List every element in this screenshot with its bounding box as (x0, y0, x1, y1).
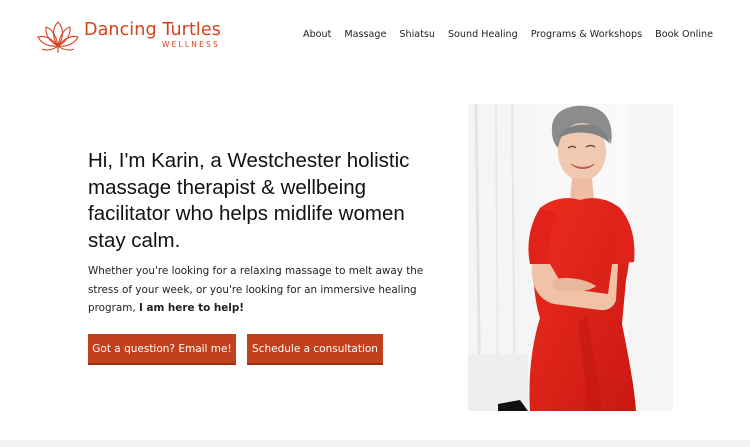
hero-title: Hi, I'm Karin, a Westchester holistic ma… (88, 149, 410, 252)
email-me-button[interactable]: Got a question? Email me! (88, 334, 236, 365)
brand-logo[interactable]: Dancing Turtles WELLNESS (36, 16, 221, 54)
nav-book-online[interactable]: Book Online (655, 29, 713, 40)
nav-shiatsu[interactable]: Shiatsu (399, 29, 435, 40)
section-divider (0, 440, 750, 447)
schedule-consultation-button[interactable]: Schedule a consultation (247, 334, 383, 365)
brand-name: Dancing Turtles (84, 20, 221, 40)
nav-programs-workshops[interactable]: Programs & Workshops (531, 29, 642, 40)
hero-description-bold: I am here to help! (138, 302, 245, 314)
portrait-photo (468, 104, 673, 411)
portrait-illustration (468, 104, 673, 411)
main-nav: About Massage Shiatsu Sound Healing Prog… (303, 29, 713, 40)
nav-massage[interactable]: Massage (344, 29, 386, 40)
brand-subtitle: WELLNESS (161, 40, 220, 49)
nav-about[interactable]: About (303, 29, 331, 40)
hero-description: Whether you're looking for a relaxing ma… (88, 262, 453, 318)
nav-sound-healing[interactable]: Sound Healing (448, 29, 518, 40)
lotus-icon (37, 21, 79, 53)
brand-text: Dancing Turtles WELLNESS (84, 20, 221, 50)
